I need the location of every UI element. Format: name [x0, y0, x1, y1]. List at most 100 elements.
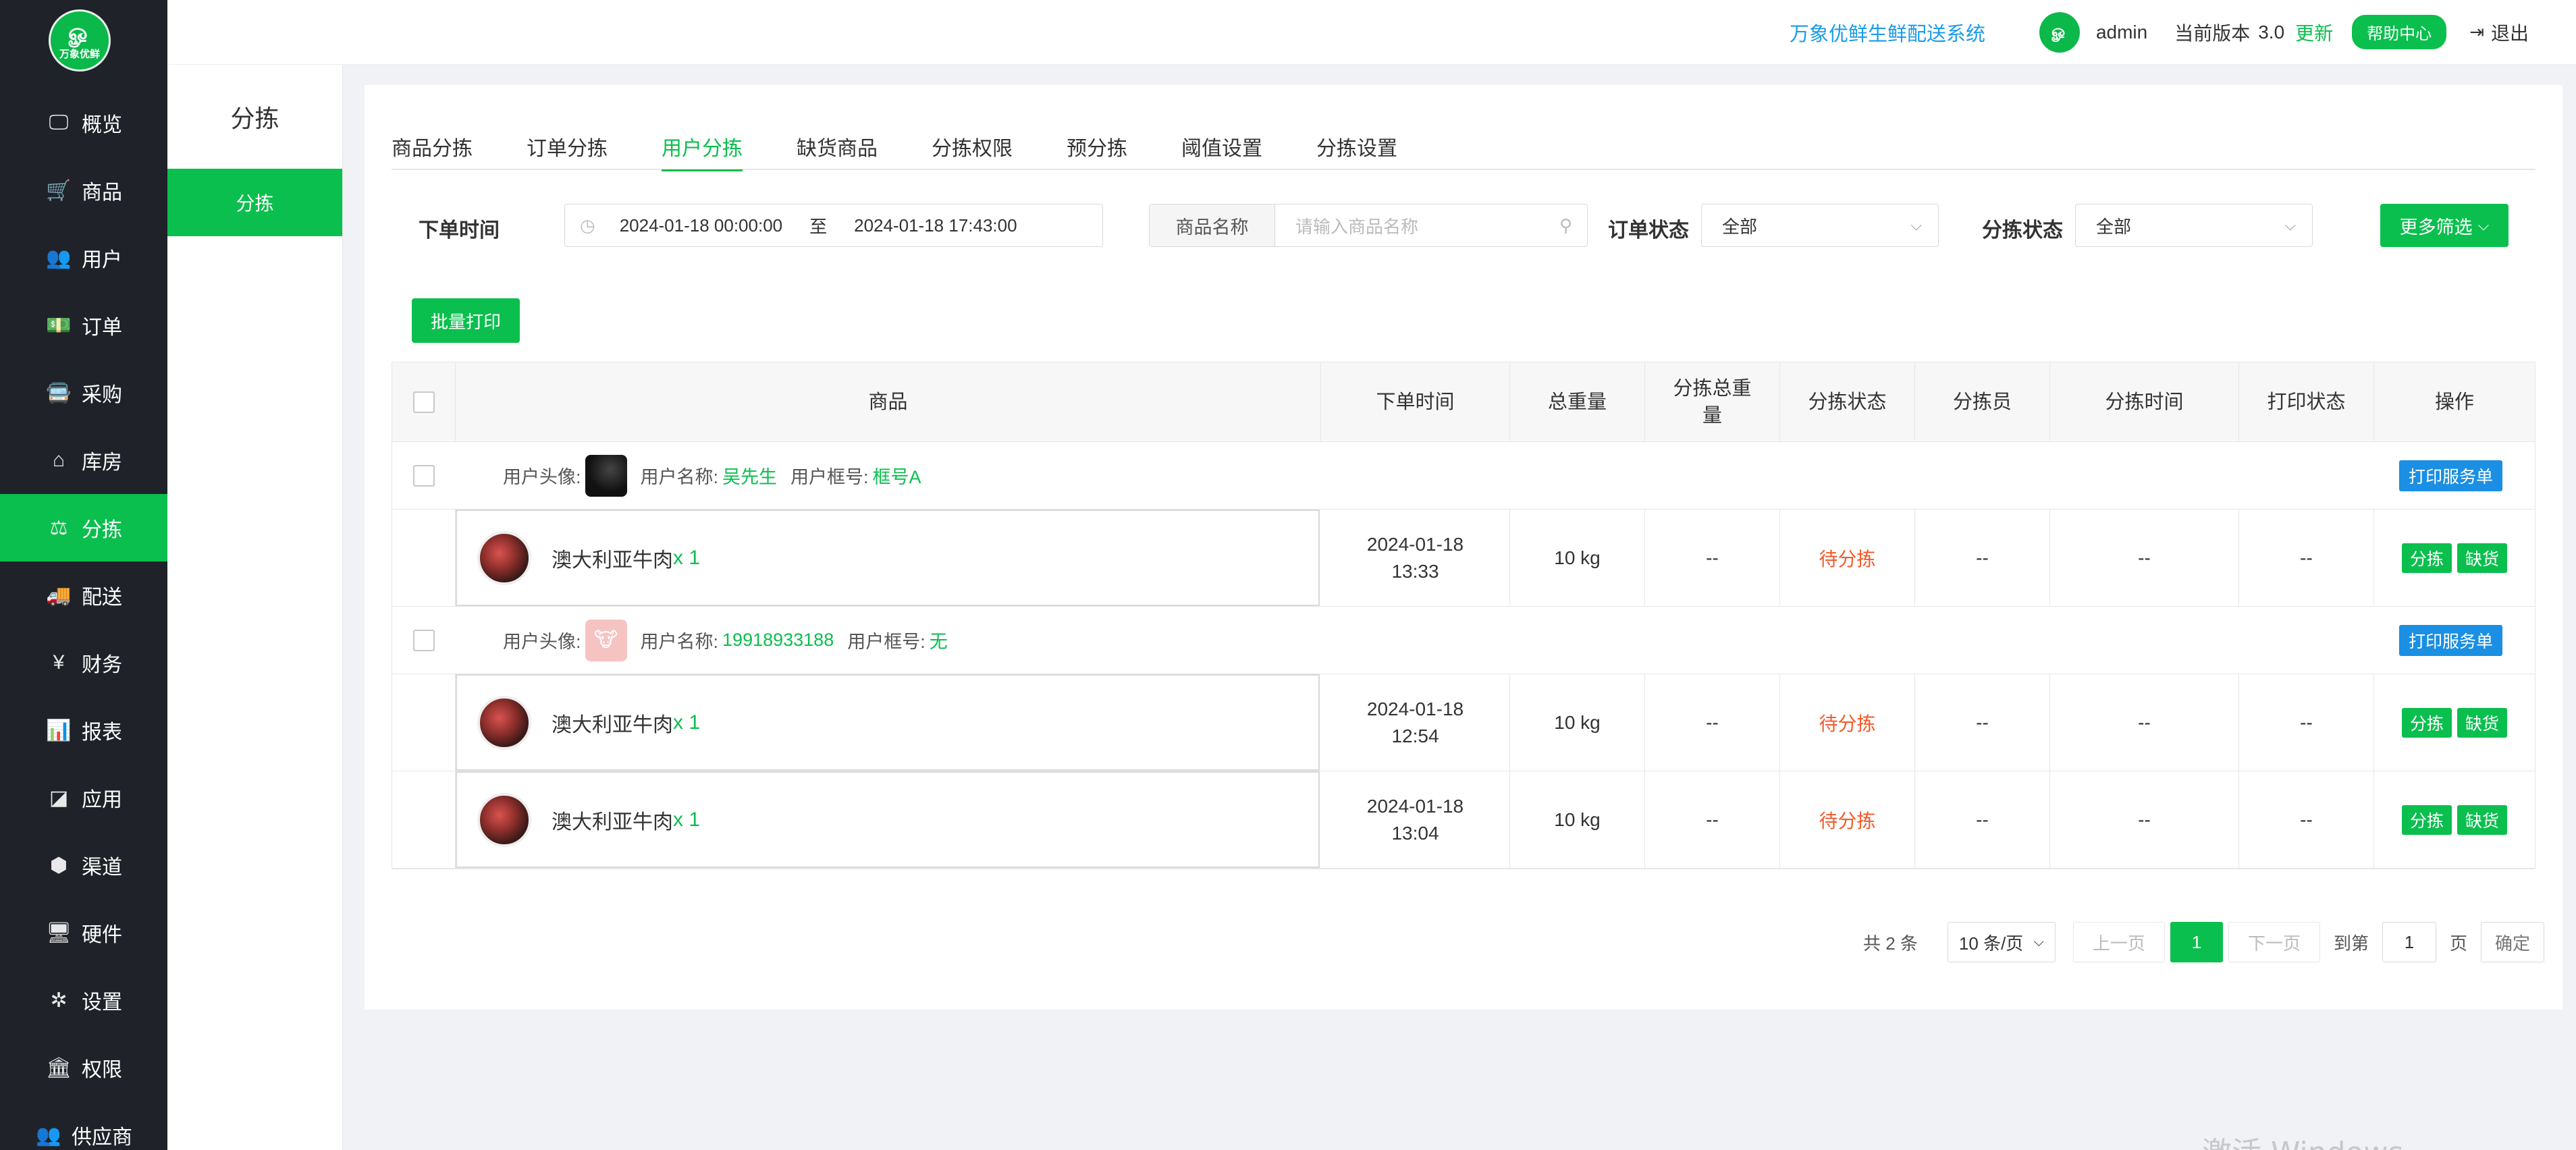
sidebar-item-13[interactable]: ✲ 设置 [0, 966, 167, 1034]
help-center-button[interactable]: 帮助中心 [2352, 15, 2447, 49]
filter-bar: 下单时间 ◷ 2024-01-18 00:00:00 至 2024-01-18 … [419, 204, 2545, 247]
brand-logo[interactable]: ௐ 万象优鲜 [49, 9, 111, 72]
cell-weight: 10 kg [1510, 771, 1645, 868]
print-service-button[interactable]: 打印服务单 [2398, 460, 2502, 491]
scale-icon: ⚖ [49, 516, 68, 539]
sidebar-item-3[interactable]: 💵 订单 [0, 292, 167, 359]
out-of-stock-button[interactable]: 缺货 [2457, 543, 2508, 573]
group-checkbox[interactable] [413, 464, 435, 487]
puzzle-icon: ✲ [50, 989, 68, 1012]
logo-icon: ௐ [68, 19, 91, 45]
group-checkbox-cell [392, 442, 456, 509]
avatar-label: 用户头像: [503, 467, 581, 487]
sidebar-item-12[interactable]: 🖥 硬件 [0, 899, 167, 966]
system-name-link[interactable]: 万象优鲜生鲜配送系统 [1790, 18, 1985, 47]
product-cell: 澳大利亚牛肉 x 1 [456, 510, 1320, 606]
tab-1[interactable]: 订单分拣 [527, 123, 608, 170]
prev-page-button[interactable]: 上一页 [2072, 922, 2165, 962]
sidebar-item-5[interactable]: ⌂ 库房 [0, 427, 167, 494]
date-end[interactable]: 2024-01-18 17:43:00 [854, 215, 1017, 236]
order-status-value: 全部 [1722, 216, 1758, 237]
tab-6[interactable]: 阈值设置 [1181, 123, 1262, 170]
user-avatar[interactable]: ௐ [2039, 11, 2080, 53]
sidebar-item-0[interactable]: 🖵 概览 [0, 89, 167, 157]
sidebar-item-9[interactable]: 📊 报表 [0, 696, 167, 764]
cell-print: -- [2239, 510, 2374, 606]
frame-no-label: 用户框号: [847, 632, 925, 652]
sidebar-item-1[interactable]: 🛒 商品 [0, 157, 167, 224]
tab-3[interactable]: 缺货商品 [797, 123, 878, 170]
group-checkbox[interactable] [413, 629, 435, 651]
tab-7[interactable]: 分拣设置 [1316, 123, 1397, 170]
order-status-select[interactable]: 全部 ⌵ [1701, 204, 1939, 247]
order-date: 2024-01-18 [1366, 533, 1464, 555]
sidebar-item-label: 硬件 [82, 924, 122, 946]
out-of-stock-button[interactable]: 缺货 [2457, 804, 2508, 835]
goto-confirm-button[interactable]: 确定 [2480, 922, 2544, 962]
actions-cell: 分拣 缺货 [2374, 674, 2535, 771]
tab-2[interactable]: 用户分拣 [662, 123, 743, 171]
sidebar-item-14[interactable]: 🏛 权限 [0, 1034, 167, 1101]
sidebar-item-7[interactable]: 🚚 配送 [0, 562, 167, 629]
batch-print-button[interactable]: 批量打印 [412, 298, 520, 343]
order-time-value: 2024-01-18 13:33 [1367, 531, 1464, 585]
pagination: 共 2 条 10 条/页 ⌵ 上一页 1 下一页 到第 1 页 确定 [1863, 922, 2544, 962]
tab-5[interactable]: 预分拣 [1067, 123, 1127, 170]
sidebar-item-10[interactable]: ◪ 应用 [0, 764, 167, 831]
chevron-down-icon: ⌵ [2477, 217, 2490, 234]
sidebar-item-11[interactable]: ⬢ 渠道 [0, 831, 167, 899]
product-image [477, 530, 531, 585]
sidebar-item-4[interactable]: 🚍 采购 [0, 359, 167, 427]
sidebar-item-label: 报表 [82, 721, 122, 744]
user-info: 用户头像: 🐮 用户名称: 19918933188 用户框号: 无 [503, 607, 961, 674]
cell-status: 待分拣 [1780, 771, 1915, 868]
sub-sidebar: 分拣 分拣 [167, 65, 343, 1150]
sidebar-item-8[interactable]: ¥ 财务 [0, 629, 167, 696]
cell-status: 待分拣 [1780, 674, 1915, 771]
sidebar-item-15[interactable]: 👥 供应商 [0, 1101, 167, 1150]
sort-button[interactable]: 分拣 [2401, 707, 2452, 738]
sidebar-item-label: 采购 [82, 384, 122, 406]
cell-order_time: 2024-01-18 12:54 [1321, 674, 1510, 771]
select-all-checkbox[interactable] [412, 391, 435, 413]
sidebar-item-2[interactable]: 👥 用户 [0, 224, 167, 292]
tab-0[interactable]: 商品分拣 [392, 123, 473, 170]
top-header: 万象优鲜生鲜配送系统 ௐ admin 当前版本 3.0 更新 帮助中心 ⇥ 退出 [167, 0, 2576, 65]
order-time-value: 2024-01-18 13:04 [1367, 793, 1464, 847]
user-name-value: 吴先生 [722, 467, 778, 487]
money-icon: 💵 [46, 314, 72, 337]
header-checkbox-cell [392, 362, 456, 441]
user-name-value: 19918933188 [722, 630, 834, 650]
out-of-stock-button[interactable]: 缺货 [2457, 707, 2508, 738]
sidebar-item-6[interactable]: ⚖ 分拣 [0, 494, 167, 562]
logout-button[interactable]: ⇥ 退出 [2469, 19, 2529, 46]
sort-button[interactable]: 分拣 [2401, 543, 2452, 573]
table-row: 澳大利亚牛肉 x 1 2024-01-18 13:04 10 kg -- 待分拣 -- -- --… [392, 771, 2535, 869]
monitor-icon: 🖵 [49, 111, 69, 134]
more-filters-button[interactable]: 更多筛选 ⌵ [2380, 204, 2508, 247]
clock-icon: ◷ [580, 215, 595, 236]
page-size-select[interactable]: 10 条/页 ⌵ [1947, 922, 2056, 962]
tab-4[interactable]: 分拣权限 [932, 123, 1013, 170]
next-page-button[interactable]: 下一页 [2228, 922, 2320, 962]
sort-button[interactable]: 分拣 [2401, 804, 2452, 835]
logo-text: 万象优鲜 [59, 48, 100, 60]
sidebar-item-label: 商品 [82, 182, 122, 204]
search-icon[interactable]: ⚲ [1559, 215, 1572, 236]
date-range-picker[interactable]: ◷ 2024-01-18 00:00:00 至 2024-01-18 17:43… [564, 204, 1103, 247]
print-service-button[interactable]: 打印服务单 [2398, 625, 2502, 656]
cell-sorter: -- [1915, 771, 2050, 868]
th-total-weight: 总重量 [1510, 362, 1645, 441]
username[interactable]: admin [2096, 22, 2147, 43]
update-link[interactable]: 更新 [2295, 19, 2333, 46]
cell-order_time: 2024-01-18 13:04 [1321, 771, 1510, 868]
page-number-current[interactable]: 1 [2170, 922, 2223, 962]
product-image [477, 695, 531, 750]
th-sort-total-weight: 分拣总重量 [1645, 362, 1780, 441]
checkbox-cell [392, 510, 456, 606]
product-name-input[interactable]: 请输入商品名称 ⚲ [1275, 204, 1587, 246]
goto-page-input[interactable]: 1 [2382, 922, 2436, 962]
date-start[interactable]: 2024-01-18 00:00:00 [620, 215, 782, 236]
sort-status-select[interactable]: 全部 ⌵ [2075, 204, 2313, 247]
sub-sidebar-item-sorting[interactable]: 分拣 [167, 169, 342, 236]
